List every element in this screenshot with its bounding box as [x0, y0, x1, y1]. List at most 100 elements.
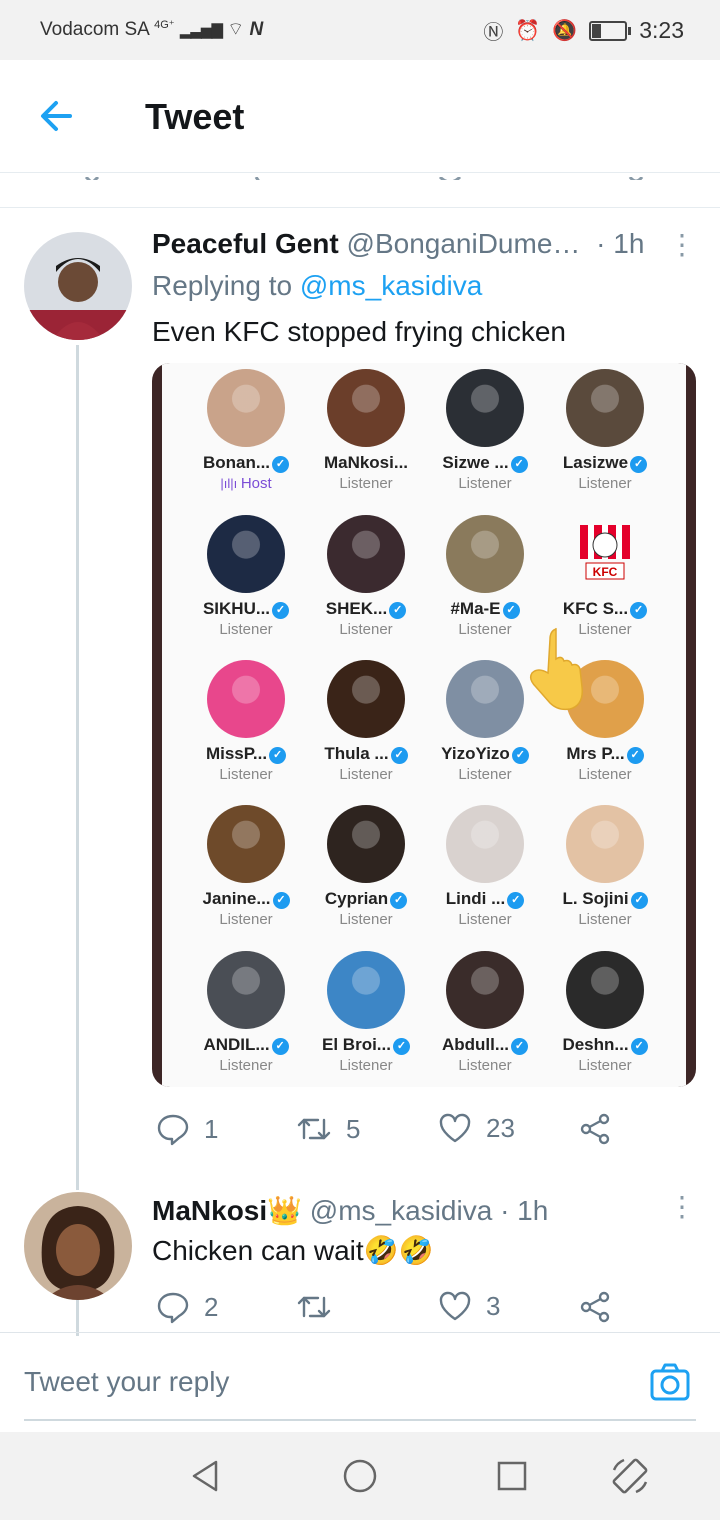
mute-icon: 🔕 — [552, 20, 578, 42]
verified-badge-icon: ✓ — [630, 1038, 648, 1055]
participant-avatar — [446, 515, 524, 593]
participant-avatar — [327, 660, 405, 738]
more-options-icon[interactable]: ⋮ — [668, 228, 696, 261]
author-name[interactable]: MaNkosi👑 — [152, 1195, 302, 1226]
recents-nav-icon[interactable] — [496, 1460, 528, 1492]
participant-avatar — [207, 369, 285, 447]
wifi-icon: ⌔ — [227, 19, 245, 39]
previous-tweet-actions — [0, 172, 720, 180]
nfc-icon: Ⓝ — [483, 22, 504, 44]
verified-badge-icon: ✓ — [271, 1038, 289, 1055]
retweet-icon — [297, 1118, 331, 1140]
heart-icon — [439, 1113, 471, 1143]
retweet-button[interactable]: 5 — [296, 1112, 360, 1146]
rotate-nav-icon[interactable] — [608, 1454, 652, 1498]
participant-name: El Broi... ✓ — [306, 1035, 426, 1055]
participant-tile: Thula ... ✓ Listener — [306, 660, 426, 783]
participant-avatar — [566, 369, 644, 447]
camera-icon[interactable] — [648, 1360, 692, 1409]
author-handle[interactable]: @BonganiDume… — [347, 228, 581, 259]
participant-name: Thula ... ✓ — [306, 744, 426, 764]
reply-button[interactable]: 2 — [156, 1290, 218, 1324]
verified-badge-icon: ✓ — [507, 892, 525, 909]
tweet-author-line[interactable]: Peaceful Gent @BonganiDume… · 1h — [152, 228, 644, 260]
participant-role: Listener — [339, 911, 393, 928]
participant-tile: Abdull... ✓ Listener — [425, 951, 545, 1074]
share-button[interactable] — [578, 1290, 612, 1324]
thread-line — [76, 345, 79, 1190]
participant-name: YizoYizo ✓ — [425, 744, 545, 764]
share-icon — [580, 1113, 610, 1145]
participant-role: Listener — [578, 475, 632, 492]
reply-button[interactable]: 1 — [156, 1112, 218, 1146]
participant-grid: Bonan... ✓ |ıl|ı Host MaNkosi... Listener Siz… — [162, 363, 686, 1087]
participant-role: Listener — [219, 1057, 273, 1074]
participant-role: Listener — [339, 1057, 393, 1074]
tweet-time: · 1h — [500, 1195, 549, 1226]
pointing-hand-icon — [529, 627, 583, 711]
retweet-button[interactable] — [296, 1290, 332, 1324]
verified-badge-icon: ✓ — [390, 892, 408, 909]
author-handle[interactable]: @ms_kasidiva — [310, 1195, 492, 1226]
system-nav-bar — [0, 1432, 720, 1520]
back-nav-icon[interactable] — [188, 1458, 224, 1494]
participant-tile: Cyprian ✓ Listener — [306, 805, 426, 928]
verified-badge-icon: ✓ — [272, 892, 290, 909]
verified-badge-icon: ✓ — [502, 602, 520, 619]
tweet-image[interactable]: Bonan... ✓ |ıl|ı Host MaNkosi... Listener Siz… — [152, 363, 696, 1087]
reply-icon — [157, 1114, 189, 1146]
participant-avatar — [446, 951, 524, 1029]
verified-badge-icon: ✓ — [389, 602, 407, 619]
mention-link[interactable]: @ms_kasidiva — [300, 270, 482, 301]
participant-role: Listener — [458, 1057, 512, 1074]
avatar[interactable] — [24, 232, 132, 340]
author-name[interactable]: Peaceful Gent — [152, 228, 339, 259]
verified-badge-icon: ✓ — [510, 456, 528, 473]
divider — [0, 207, 720, 208]
tweet-author-line[interactable]: MaNkosi👑 @ms_kasidiva · 1h — [152, 1194, 548, 1227]
participant-name: MaNkosi... — [323, 453, 409, 472]
status-bar: Vodacom SA 4G⁺ ▂▃▅▇ ⌔ N Ⓝ ⏰ 🔕 3:23 — [0, 0, 720, 60]
participant-name: MissP... ✓ — [186, 744, 306, 764]
participant-tile: El Broi... ✓ Listener — [306, 951, 426, 1074]
participant-avatar — [207, 951, 285, 1029]
participant-avatar — [207, 515, 285, 593]
participant-role: Listener — [458, 475, 512, 492]
participant-name: SHEK... ✓ — [306, 599, 426, 619]
retweet-icon — [297, 1296, 331, 1318]
participant-name: #Ma-E ✓ — [425, 599, 545, 619]
kfc-logo-icon: KFC — [566, 515, 644, 593]
participant-avatar — [327, 805, 405, 883]
participant-avatar — [327, 515, 405, 593]
participant-role: Listener — [219, 911, 273, 928]
reply-input[interactable]: Tweet your reply — [24, 1366, 229, 1398]
participant-role: Listener — [458, 911, 512, 928]
participant-tile: #Ma-E ✓ Listener — [425, 515, 545, 638]
arrow-left-icon[interactable] — [36, 94, 76, 143]
like-button[interactable]: 3 — [438, 1290, 500, 1322]
verified-badge-icon: ✓ — [630, 892, 648, 909]
divider — [0, 1332, 720, 1333]
heart-icon — [439, 1291, 471, 1321]
avatar[interactable] — [24, 1192, 132, 1300]
more-options-icon[interactable]: ⋮ — [668, 1190, 696, 1223]
participant-tile: MaNkosi... Listener — [306, 369, 426, 492]
participant-role: Listener — [458, 766, 512, 783]
participant-role: Listener — [339, 475, 393, 492]
svg-text:KFC: KFC — [593, 565, 618, 579]
thread-line — [76, 1300, 79, 1336]
participant-name: Sizwe ... ✓ — [425, 453, 545, 473]
participant-avatar — [207, 805, 285, 883]
reply-icon — [157, 1292, 189, 1324]
verified-badge-icon: ✓ — [390, 747, 408, 764]
participant-avatar — [446, 805, 524, 883]
home-nav-icon[interactable] — [342, 1458, 378, 1494]
share-button[interactable] — [578, 1112, 612, 1146]
like-button[interactable]: 23 — [438, 1112, 515, 1144]
alarm-icon: ⏰ — [515, 20, 541, 42]
participant-role: Listener — [339, 766, 393, 783]
verified-badge-icon: ✓ — [630, 602, 648, 619]
page-title: Tweet — [145, 96, 245, 137]
participant-role: Listener — [219, 766, 273, 783]
verified-badge-icon: ✓ — [511, 1038, 529, 1055]
